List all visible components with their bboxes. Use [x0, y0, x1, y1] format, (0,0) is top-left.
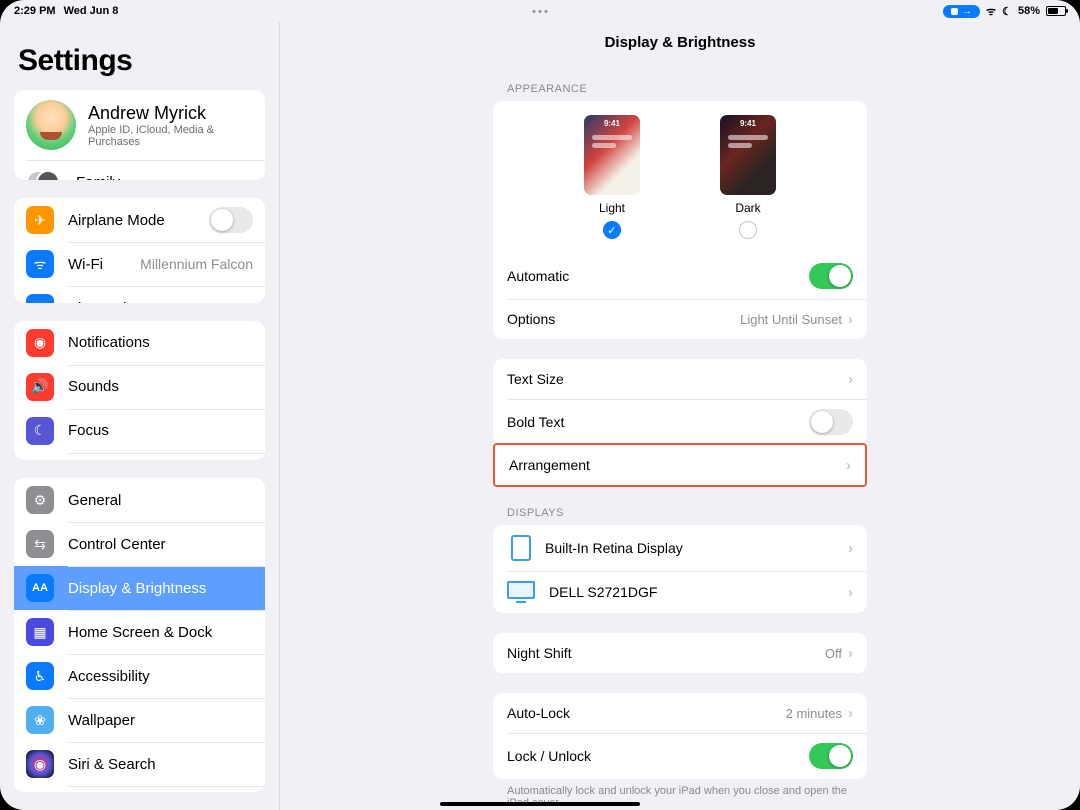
settings-sidebar: Settings Andrew Myrick Apple ID, iCloud,…	[0, 22, 280, 810]
dark-theme-option[interactable]: Dark	[720, 115, 776, 239]
monitor-icon	[507, 581, 535, 603]
notifications-row[interactable]: ◉ Notifications	[14, 321, 265, 365]
lock-unlock-switch[interactable]	[809, 743, 853, 769]
toggles-icon: ⇆	[26, 530, 54, 558]
chevron-icon: ›	[848, 540, 853, 557]
family-row[interactable]: Family	[14, 160, 265, 180]
lock-unlock-row[interactable]: Lock / Unlock	[493, 733, 867, 779]
night-shift-row[interactable]: Night Shift Off›	[493, 633, 867, 673]
gear-icon: ⚙	[26, 486, 54, 514]
light-radio[interactable]: ✓	[603, 221, 621, 239]
wifi-row-icon: ᯤ	[26, 250, 54, 278]
accessibility-icon: ♿︎	[26, 662, 54, 690]
apple-pencil-row[interactable]: ✎ Apple Pencil	[14, 786, 265, 792]
displays-header: Displays	[493, 507, 867, 525]
arrangement-row[interactable]: Arrangement ›	[495, 445, 865, 485]
display-brightness-row[interactable]: AA Display & Brightness	[14, 566, 265, 610]
home-indicator[interactable]	[440, 802, 640, 806]
moon-icon: ☾	[26, 417, 54, 445]
bold-switch[interactable]	[809, 409, 853, 435]
options-row[interactable]: Options Light Until Sunset›	[493, 299, 867, 339]
chevron-icon: ›	[848, 645, 853, 662]
aa-icon: AA	[26, 574, 54, 602]
siri-row[interactable]: ◉ Siri & Search	[14, 742, 265, 786]
bold-text-row[interactable]: Bold Text	[493, 399, 867, 445]
status-time: 2:29 PM	[14, 5, 56, 17]
control-center-row[interactable]: ⇆ Control Center	[14, 522, 265, 566]
arrangement-card-highlighted: Arrangement ›	[493, 443, 867, 487]
profile-card: Andrew Myrick Apple ID, iCloud, Media & …	[14, 90, 265, 180]
ipad-icon	[511, 535, 531, 561]
apple-id-row[interactable]: Andrew Myrick Apple ID, iCloud, Media & …	[14, 90, 265, 160]
dark-radio[interactable]	[739, 221, 757, 239]
airplane-icon: ✈	[26, 206, 54, 234]
focus-icon: ☾	[1002, 5, 1012, 18]
accessibility-row[interactable]: ♿︎ Accessibility	[14, 654, 265, 698]
light-thumb	[584, 115, 640, 195]
general-row[interactable]: ⚙ General	[14, 478, 265, 522]
chevron-icon: ›	[848, 371, 853, 388]
sounds-row[interactable]: 🔊 Sounds	[14, 365, 265, 409]
avatar-icon	[26, 100, 76, 150]
status-date: Wed Jun 8	[64, 5, 119, 17]
external-display-row[interactable]: DELL S2721DGF ›	[493, 571, 867, 613]
auto-lock-row[interactable]: Auto-Lock 2 minutes›	[493, 693, 867, 733]
ipad-settings-screen: 2:29 PM Wed Jun 8 → ᯤ ☾ 58% Settings And…	[0, 0, 1080, 810]
siri-icon: ◉	[26, 750, 54, 778]
multitask-dots[interactable]	[533, 10, 548, 13]
sidebar-title: Settings	[0, 22, 279, 90]
text-size-row[interactable]: Text Size ›	[493, 359, 867, 399]
dark-thumb	[720, 115, 776, 195]
wifi-row[interactable]: ᯤ Wi-Fi Millennium Falcon	[14, 242, 265, 286]
bluetooth-icon: ⌵	[26, 294, 54, 303]
appearance-header: Appearance	[493, 83, 867, 101]
profile-sub: Apple ID, iCloud, Media & Purchases	[88, 124, 253, 148]
bell-icon: ◉	[26, 329, 54, 357]
chevron-icon: ›	[848, 705, 853, 722]
flower-icon: ❀	[26, 706, 54, 734]
battery-icon	[1046, 6, 1066, 16]
detail-pane: Display & Brightness Appearance Light ✓ …	[280, 22, 1080, 810]
automatic-switch[interactable]	[809, 263, 853, 289]
screen-mirror-pill[interactable]: →	[943, 5, 980, 18]
page-title: Display & Brightness	[280, 22, 1080, 63]
airplane-switch[interactable]	[209, 207, 253, 233]
status-bar: 2:29 PM Wed Jun 8 → ᯤ ☾ 58%	[0, 0, 1080, 22]
speaker-icon: 🔊	[26, 373, 54, 401]
chevron-icon: ›	[846, 457, 851, 474]
profile-name: Andrew Myrick	[88, 103, 253, 124]
homescreen-row[interactable]: ▦ Home Screen & Dock	[14, 610, 265, 654]
light-theme-option[interactable]: Light ✓	[584, 115, 640, 239]
automatic-row[interactable]: Automatic	[493, 253, 867, 299]
chevron-icon: ›	[848, 584, 853, 601]
family-avatar-icon	[26, 168, 62, 180]
wifi-icon: ᯤ	[986, 4, 996, 19]
screentime-row[interactable]: ⏳ Screen Time	[14, 453, 265, 460]
airplane-mode-row[interactable]: ✈ Airplane Mode	[14, 198, 265, 242]
chevron-icon: ›	[848, 311, 853, 328]
battery-pct: 58%	[1018, 5, 1040, 17]
bluetooth-row[interactable]: ⌵ Bluetooth On	[14, 286, 265, 303]
focus-row[interactable]: ☾ Focus	[14, 409, 265, 453]
builtin-display-row[interactable]: Built-In Retina Display ›	[493, 525, 867, 571]
grid-icon: ▦	[26, 618, 54, 646]
wallpaper-row[interactable]: ❀ Wallpaper	[14, 698, 265, 742]
